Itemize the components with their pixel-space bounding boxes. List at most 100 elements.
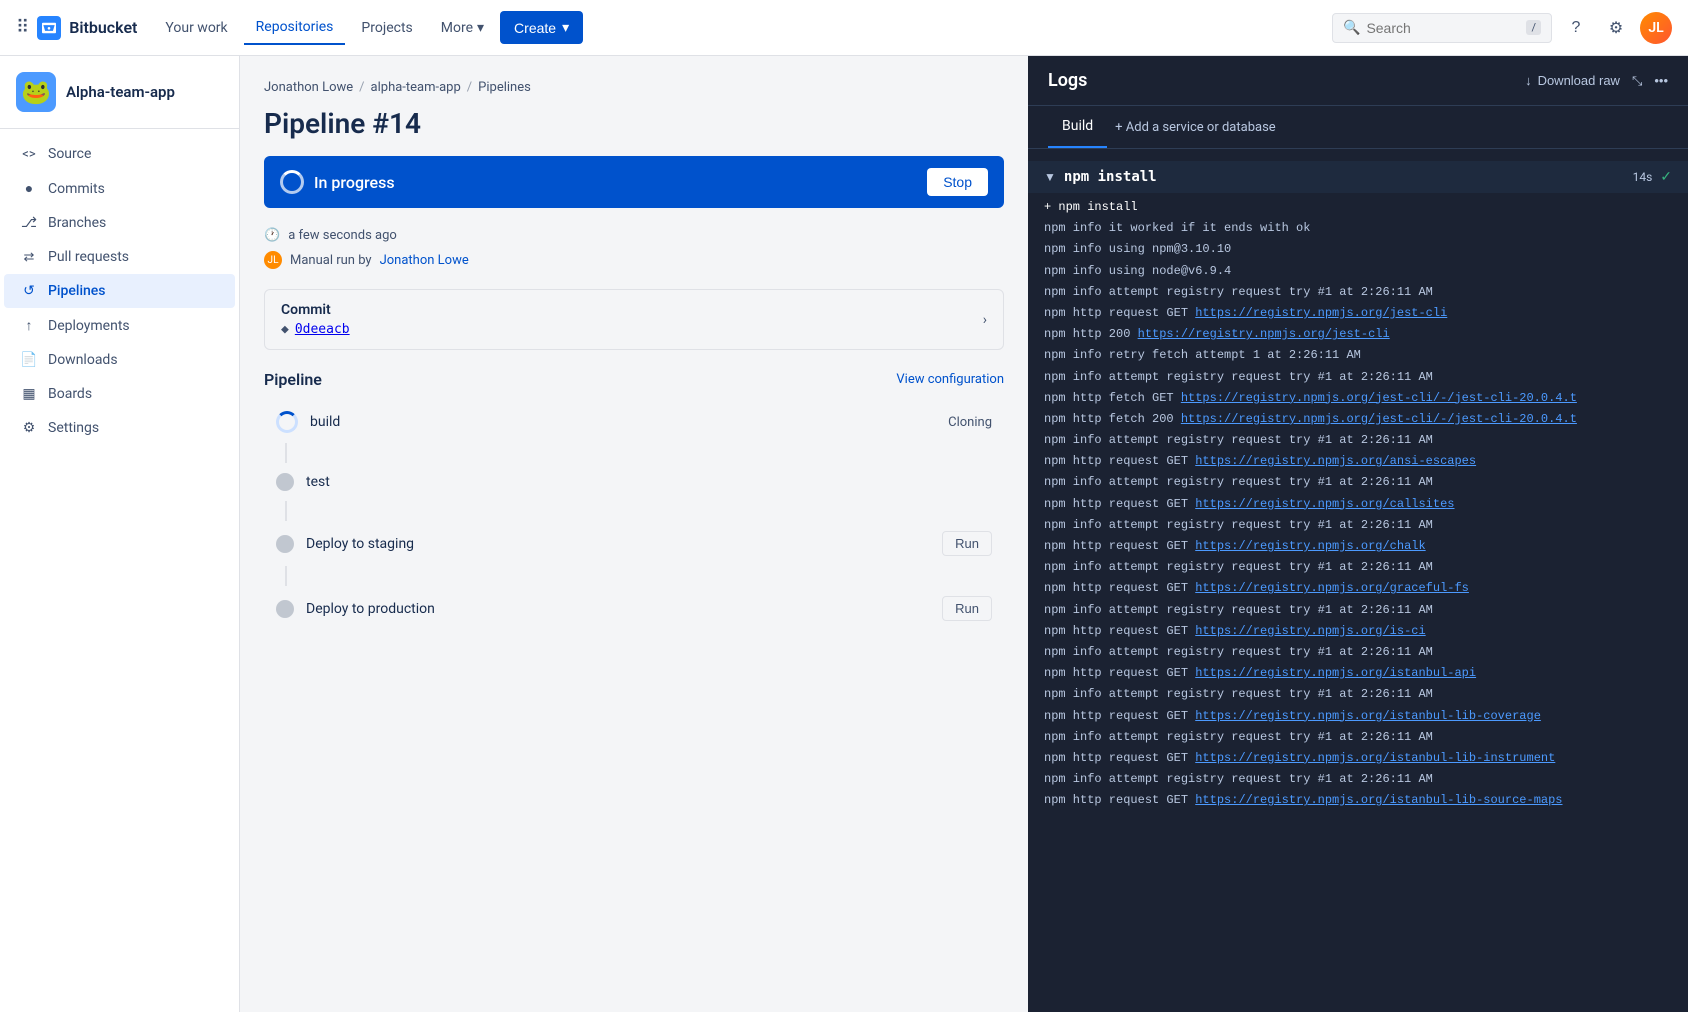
log-line: npm info using node@v6.9.4 [1028, 261, 1688, 282]
ellipsis-icon: ••• [1654, 73, 1668, 88]
commit-icon: ◆ [281, 322, 289, 337]
view-configuration-link[interactable]: View configuration [896, 372, 1004, 387]
sidebar-item-label: Branches [48, 215, 106, 231]
step-name-test: test [306, 474, 992, 490]
user-avatar[interactable]: JL [1640, 12, 1672, 44]
log-line: npm info attempt registry request try #1… [1028, 769, 1688, 790]
log-link[interactable]: https://registry.npmjs.org/jest-cli [1195, 306, 1447, 320]
sidebar-item-deployments[interactable]: ↑ Deployments [4, 308, 235, 343]
test-pending-icon [276, 473, 294, 491]
search-shortcut: / [1526, 20, 1541, 35]
app-logo[interactable]: ⠿ Bitbucket [16, 16, 137, 40]
log-line: npm http fetch GET https://registry.npmj… [1028, 388, 1688, 409]
step-name-production: Deploy to production [306, 601, 930, 617]
run-staging-button[interactable]: Run [942, 531, 992, 556]
sidebar-item-label: Source [48, 146, 91, 162]
tab-build[interactable]: Build [1048, 106, 1107, 148]
breadcrumb-user[interactable]: Jonathon Lowe [264, 80, 353, 95]
logs-content: + npm install npm info it worked if it e… [1028, 193, 1688, 815]
settings-button[interactable]: ⚙ [1600, 12, 1632, 44]
log-line: + npm install [1028, 197, 1688, 218]
log-link[interactable]: https://registry.npmjs.org/is-ci [1195, 624, 1425, 638]
branches-icon: ⎇ [20, 215, 38, 231]
repositories-link[interactable]: Repositories [244, 11, 346, 45]
sidebar-item-pull-requests[interactable]: ⇄ Pull requests [4, 240, 235, 274]
pipeline-step-production[interactable]: Deploy to production Run [264, 586, 1004, 631]
sidebar-item-label: Pipelines [48, 283, 106, 299]
commit-hash-link[interactable]: 0deeacb [295, 322, 350, 337]
run-production-button[interactable]: Run [942, 596, 992, 621]
sidebar-item-branches[interactable]: ⎇ Branches [4, 206, 235, 240]
pipeline-meta: 🕐 a few seconds ago JL Manual run by Jon… [264, 228, 1004, 269]
sidebar-item-source[interactable]: <> Source [4, 137, 235, 171]
logs-section-header[interactable]: ▼ npm install 14s ✓ [1028, 161, 1688, 193]
log-link[interactable]: https://registry.npmjs.org/istanbul-lib-… [1195, 709, 1541, 723]
commit-hash: ◆ 0deeacb [281, 322, 350, 337]
grid-icon[interactable]: ⠿ [16, 17, 29, 38]
stop-button[interactable]: Stop [927, 168, 988, 196]
log-link[interactable]: https://registry.npmjs.org/jest-cli/-/je… [1181, 412, 1577, 426]
boards-icon: ▦ [20, 386, 38, 402]
status-label: In progress [314, 173, 395, 192]
sidebar-item-pipelines[interactable]: ↺ Pipelines [4, 274, 235, 308]
breadcrumb-section[interactable]: Pipelines [478, 80, 531, 95]
trigger-user-link[interactable]: Jonathon Lowe [380, 253, 469, 268]
sidebar-item-downloads[interactable]: 📄 Downloads [4, 343, 235, 377]
log-link[interactable]: https://registry.npmjs.org/jest-cli/-/je… [1181, 391, 1577, 405]
chevron-right-icon: › [983, 312, 987, 328]
step-connector-3 [285, 566, 287, 586]
tab-add-service[interactable]: + Add a service or database [1107, 108, 1284, 147]
pull-requests-icon: ⇄ [20, 250, 38, 265]
section-time: 14s [1633, 170, 1653, 184]
pipeline-steps: build Cloning test Deploy to staging Run… [264, 401, 1004, 631]
log-line: npm info attempt registry request try #1… [1028, 642, 1688, 663]
log-line: npm http request GET https://registry.np… [1028, 790, 1688, 811]
log-link[interactable]: https://registry.npmjs.org/istanbul-lib-… [1195, 793, 1562, 807]
sidebar-item-label: Settings [48, 420, 99, 436]
log-link[interactable]: https://registry.npmjs.org/chalk [1195, 539, 1425, 553]
expand-button[interactable]: ⤡ [1632, 73, 1642, 89]
sidebar-item-commits[interactable]: ● Commits [4, 171, 235, 206]
more-dropdown[interactable]: More ▾ [429, 12, 496, 44]
log-line: npm http request GET https://registry.np… [1028, 536, 1688, 557]
logs-body[interactable]: ▼ npm install 14s ✓ + npm install npm in… [1028, 149, 1688, 1012]
bitbucket-logo-icon [37, 16, 61, 40]
log-link[interactable]: https://registry.npmjs.org/ansi-escapes [1195, 454, 1476, 468]
settings-icon: ⚙ [20, 420, 38, 436]
production-pending-icon [276, 600, 294, 618]
help-button[interactable]: ? [1560, 12, 1592, 44]
deployments-icon: ↑ [20, 317, 38, 334]
sidebar-item-settings[interactable]: ⚙ Settings [4, 411, 235, 445]
log-link[interactable]: https://registry.npmjs.org/istanbul-lib-… [1195, 751, 1555, 765]
meta-trigger: JL Manual run by Jonathon Lowe [264, 251, 1004, 269]
pipeline-step-build[interactable]: build Cloning [264, 401, 1004, 443]
log-link[interactable]: https://registry.npmjs.org/callsites [1195, 497, 1454, 511]
pipeline-step-staging[interactable]: Deploy to staging Run [264, 521, 1004, 566]
search-box[interactable]: 🔍 / [1332, 13, 1552, 43]
project-name: Alpha-team-app [66, 83, 175, 101]
commit-info: Commit ◆ 0deeacb [281, 302, 350, 337]
search-input[interactable] [1366, 20, 1520, 36]
more-options-button[interactable]: ••• [1654, 73, 1668, 88]
step-name-build: build [310, 414, 936, 430]
sidebar-item-label: Boards [48, 386, 92, 402]
nav-right: 🔍 / ? ⚙ JL [1332, 12, 1672, 44]
breadcrumb-sep-2: / [467, 80, 472, 95]
commit-section[interactable]: Commit ◆ 0deeacb › [264, 289, 1004, 350]
breadcrumb-repo[interactable]: alpha-team-app [371, 80, 461, 95]
nav-links: Your work Repositories Projects More ▾ C… [153, 11, 1324, 45]
log-line: npm info using npm@3.10.10 [1028, 239, 1688, 260]
pipeline-step-test[interactable]: test [264, 463, 1004, 501]
projects-link[interactable]: Projects [349, 12, 424, 44]
your-work-link[interactable]: Your work [153, 12, 239, 44]
sidebar-item-boards[interactable]: ▦ Boards [4, 377, 235, 411]
create-button[interactable]: Create ▾ [500, 11, 583, 44]
log-link[interactable]: https://registry.npmjs.org/graceful-fs [1195, 581, 1469, 595]
section-chevron-icon: ▼ [1044, 170, 1056, 184]
log-link[interactable]: https://registry.npmjs.org/istanbul-api [1195, 666, 1476, 680]
downloads-icon: 📄 [20, 352, 38, 368]
sidebar-nav: <> Source ● Commits ⎇ Branches ⇄ Pull re… [0, 129, 239, 453]
chevron-down-icon: ▾ [562, 19, 569, 36]
log-link[interactable]: https://registry.npmjs.org/jest-cli [1138, 327, 1390, 341]
download-raw-button[interactable]: ↓ Download raw [1525, 73, 1620, 88]
